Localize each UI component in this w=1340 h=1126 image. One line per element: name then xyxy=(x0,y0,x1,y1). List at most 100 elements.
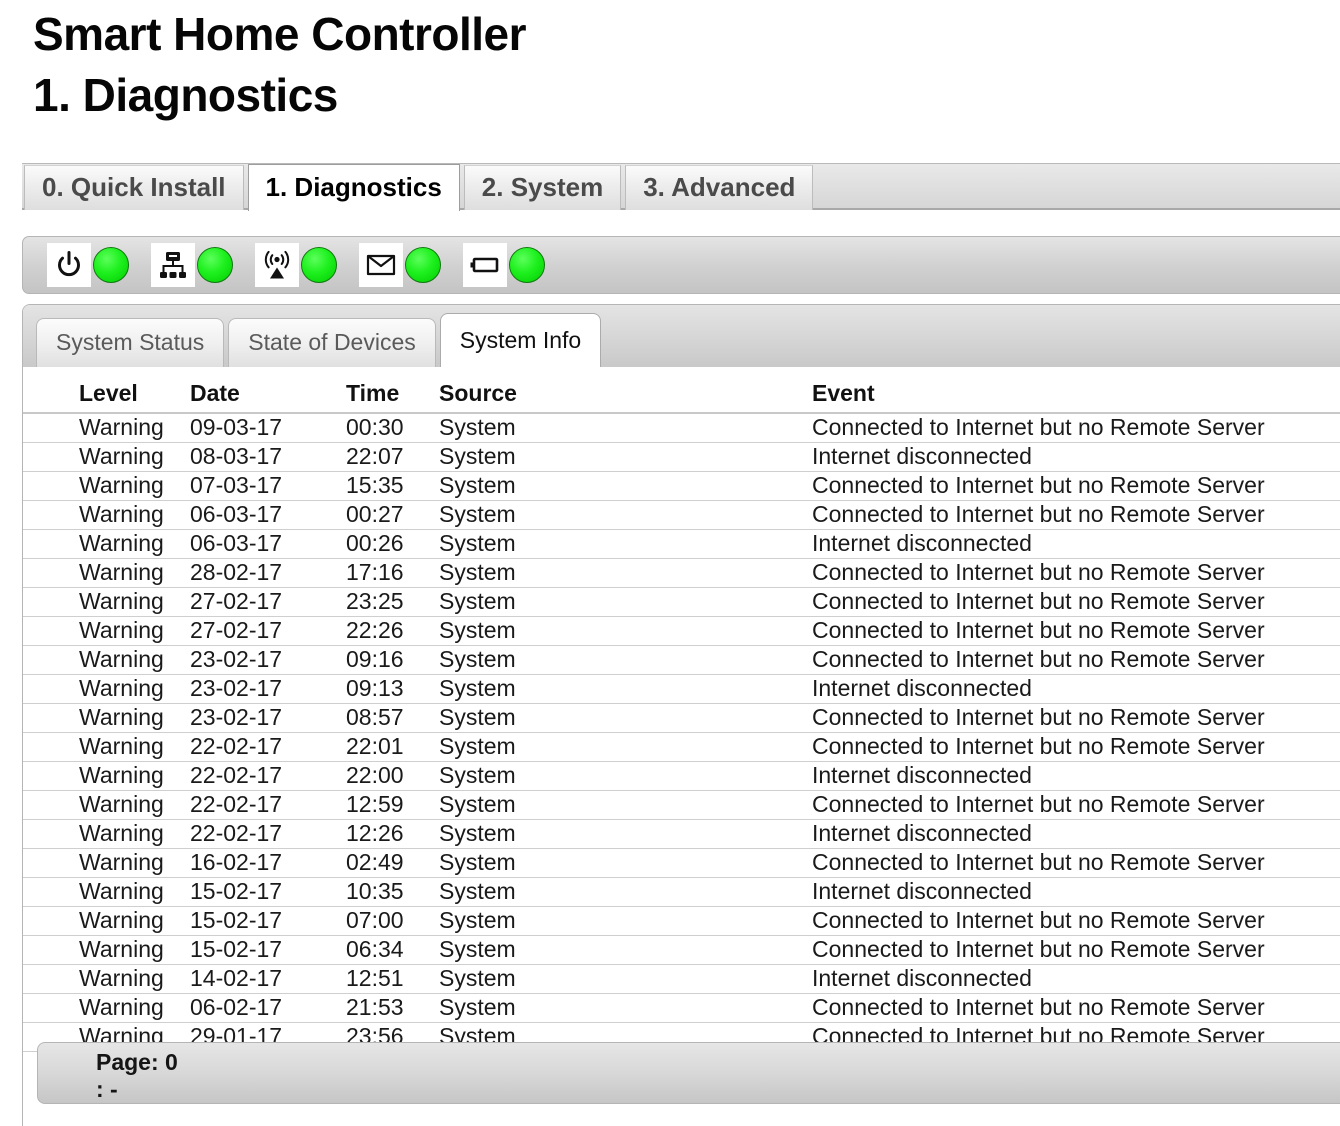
cell-date: 08-03-17 xyxy=(190,442,346,472)
cell-level: Warning xyxy=(23,993,190,1023)
cell-source: System xyxy=(439,819,812,849)
table-row[interactable]: Warning 22-02-17 12:26 System Internet disco… xyxy=(23,819,1340,849)
sub-tab-0[interactable]: System Status xyxy=(36,318,225,367)
cell-date: 27-02-17 xyxy=(190,616,346,646)
cell-level: Warning xyxy=(23,645,190,675)
cell-time: 06:34 xyxy=(346,935,439,965)
cell-time: 22:00 xyxy=(346,761,439,791)
sub-tab-2[interactable]: System Info xyxy=(439,313,602,367)
cell-level: Warning xyxy=(23,558,190,588)
table-row[interactable]: Warning 06-03-17 00:27 System Connected to I… xyxy=(23,500,1340,530)
cell-time: 07:00 xyxy=(346,906,439,936)
column-header-event[interactable]: Event xyxy=(812,380,1340,414)
pager-bar[interactable]: Page: 0 : - xyxy=(37,1042,1340,1104)
cell-date: 07-03-17 xyxy=(190,471,346,501)
cell-level: Warning xyxy=(23,529,190,559)
power-icon xyxy=(47,243,91,287)
main-tab-0[interactable]: 0. Quick Install xyxy=(24,165,244,210)
cell-source: System xyxy=(439,442,812,472)
table-row[interactable]: Warning 23-02-17 09:16 System Connected to I… xyxy=(23,645,1340,675)
network-icon xyxy=(151,243,195,287)
table-row[interactable]: Warning 28-02-17 17:16 System Connected to I… xyxy=(23,558,1340,588)
column-header-level[interactable]: Level xyxy=(23,380,190,414)
table-row[interactable]: Warning 23-02-17 09:13 System Internet disco… xyxy=(23,674,1340,704)
cell-source: System xyxy=(439,935,812,965)
cell-date: 06-03-17 xyxy=(190,529,346,559)
cell-level: Warning xyxy=(23,877,190,907)
table-row[interactable]: Warning 22-02-17 22:00 System Internet disco… xyxy=(23,761,1340,791)
column-header-date[interactable]: Date xyxy=(190,380,346,414)
cell-time: 17:16 xyxy=(346,558,439,588)
cell-source: System xyxy=(439,529,812,559)
cell-level: Warning xyxy=(23,442,190,472)
cell-event: Connected to Internet but no Remote Serv… xyxy=(812,935,1340,965)
main-tab-1[interactable]: 1. Diagnostics xyxy=(247,164,460,211)
status-led-mail xyxy=(405,247,441,283)
status-led-power xyxy=(93,247,129,283)
cell-time: 23:25 xyxy=(346,587,439,617)
status-item-mail xyxy=(359,243,441,287)
cell-source: System xyxy=(439,906,812,936)
content-panel: System Status State of Devices System Info… xyxy=(22,304,1340,1126)
table-row[interactable]: Warning 27-02-17 23:25 System Connected to I… xyxy=(23,587,1340,617)
cell-event: Connected to Internet but no Remote Serv… xyxy=(812,587,1340,617)
table-row[interactable]: Warning 09-03-17 00:30 System Connected to I… xyxy=(23,413,1340,443)
cell-level: Warning xyxy=(23,935,190,965)
cell-event: Internet disconnected xyxy=(812,674,1340,704)
status-item-battery xyxy=(463,243,545,287)
battery-icon xyxy=(463,243,507,287)
main-tab-3[interactable]: 3. Advanced xyxy=(625,165,814,210)
column-header-source[interactable]: Source xyxy=(439,380,812,414)
status-led-wireless xyxy=(301,247,337,283)
cell-date: 16-02-17 xyxy=(190,848,346,878)
table-row[interactable]: Warning 14-02-17 12:51 System Internet disco… xyxy=(23,964,1340,994)
cell-time: 12:51 xyxy=(346,964,439,994)
cell-event: Internet disconnected xyxy=(812,819,1340,849)
status-item-wireless xyxy=(255,243,337,287)
cell-level: Warning xyxy=(23,471,190,501)
sub-tab-1[interactable]: State of Devices xyxy=(228,318,436,367)
table-row[interactable]: Warning 27-02-17 22:26 System Connected to I… xyxy=(23,616,1340,646)
cell-time: 00:30 xyxy=(346,413,439,443)
cell-date: 22-02-17 xyxy=(190,790,346,820)
cell-date: 22-02-17 xyxy=(190,732,346,762)
table-row[interactable]: Warning 22-02-17 22:01 System Connected to I… xyxy=(23,732,1340,762)
cell-time: 22:01 xyxy=(346,732,439,762)
column-header-time[interactable]: Time xyxy=(346,380,439,414)
cell-source: System xyxy=(439,761,812,791)
table-row[interactable]: Warning 23-02-17 08:57 System Connected to I… xyxy=(23,703,1340,733)
table-row[interactable]: Warning 22-02-17 12:59 System Connected to I… xyxy=(23,790,1340,820)
product-title: Smart Home Controller xyxy=(33,8,527,60)
table-row[interactable]: Warning 06-03-17 00:26 System Internet disco… xyxy=(23,529,1340,559)
cell-time: 09:16 xyxy=(346,645,439,675)
cell-time: 08:57 xyxy=(346,703,439,733)
table-row[interactable]: Warning 08-03-17 22:07 System Internet disco… xyxy=(23,442,1340,472)
cell-source: System xyxy=(439,993,812,1023)
cell-event: Connected to Internet but no Remote Serv… xyxy=(812,616,1340,646)
table-row[interactable]: Warning 16-02-17 02:49 System Connected to I… xyxy=(23,848,1340,878)
table-row[interactable]: Warning 15-02-17 07:00 System Connected to I… xyxy=(23,906,1340,936)
cell-time: 12:26 xyxy=(346,819,439,849)
cell-date: 09-03-17 xyxy=(190,413,346,443)
cell-source: System xyxy=(439,732,812,762)
cell-source: System xyxy=(439,790,812,820)
cell-date: 06-03-17 xyxy=(190,500,346,530)
status-item-network xyxy=(151,243,233,287)
table-body: Warning 09-03-17 00:30 System Connected to I… xyxy=(23,413,1340,1052)
cell-source: System xyxy=(439,500,812,530)
cell-event: Connected to Internet but no Remote Serv… xyxy=(812,703,1340,733)
cell-event: Connected to Internet but no Remote Serv… xyxy=(812,732,1340,762)
cell-date: 28-02-17 xyxy=(190,558,346,588)
table-row[interactable]: Warning 15-02-17 06:34 System Connected to I… xyxy=(23,935,1340,965)
cell-level: Warning xyxy=(23,819,190,849)
main-tab-2[interactable]: 2. System xyxy=(463,165,622,210)
page-title: Smart Home Controller 1. Diagnostics xyxy=(0,0,1340,126)
table-row[interactable]: Warning 06-02-17 21:53 System Connected to I… xyxy=(23,993,1340,1023)
table-row[interactable]: Warning 15-02-17 10:35 System Internet disco… xyxy=(23,877,1340,907)
cell-date: 23-02-17 xyxy=(190,703,346,733)
cell-source: System xyxy=(439,674,812,704)
table-row[interactable]: Warning 07-03-17 15:35 System Connected to I… xyxy=(23,471,1340,501)
cell-level: Warning xyxy=(23,790,190,820)
cell-time: 09:13 xyxy=(346,674,439,704)
cell-source: System xyxy=(439,848,812,878)
